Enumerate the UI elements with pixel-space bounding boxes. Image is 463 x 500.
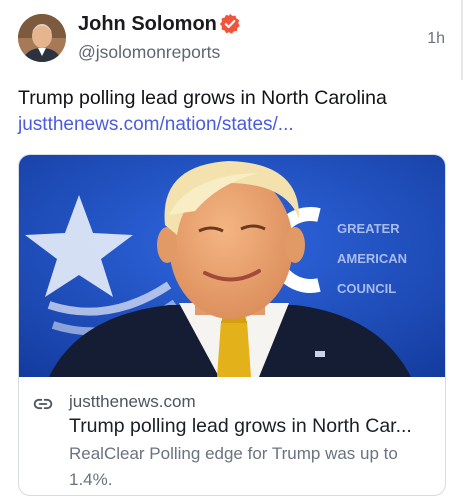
link-preview-meta[interactable]: justthenews.com Trump polling lead grows… xyxy=(19,377,445,495)
portrait-photo: GREATER AMERICAN COUNCIL xyxy=(19,155,445,377)
avatar-image xyxy=(18,14,66,62)
post-timestamp[interactable]: 1h xyxy=(427,30,445,48)
link-domain: justthenews.com xyxy=(69,392,196,411)
social-post[interactable]: John Solomon @jsolomonreports 1h Trump p… xyxy=(0,0,463,500)
link-icon xyxy=(33,398,53,410)
verified-badge-icon xyxy=(219,13,240,34)
link-description: RealClear Polling edge for Trump was up … xyxy=(69,444,398,489)
author-name[interactable]: John Solomon xyxy=(78,13,217,36)
link-preview-card[interactable]: GREATER AMERICAN COUNCIL justthenews.com… xyxy=(18,154,446,496)
backdrop-word-2: AMERICAN xyxy=(337,251,407,266)
post-text: Trump polling lead grows in North Caroli… xyxy=(18,87,387,109)
link-title[interactable]: Trump polling lead grows in North Car... xyxy=(69,415,412,438)
backdrop-word-1: GREATER xyxy=(337,221,400,236)
author-handle[interactable]: @jsolomonreports xyxy=(78,42,220,63)
link-preview-image[interactable]: GREATER AMERICAN COUNCIL xyxy=(19,155,445,377)
post-link[interactable]: justthenews.com/nation/states/... xyxy=(18,114,294,136)
avatar[interactable] xyxy=(18,14,66,62)
backdrop-word-3: COUNCIL xyxy=(337,281,396,296)
